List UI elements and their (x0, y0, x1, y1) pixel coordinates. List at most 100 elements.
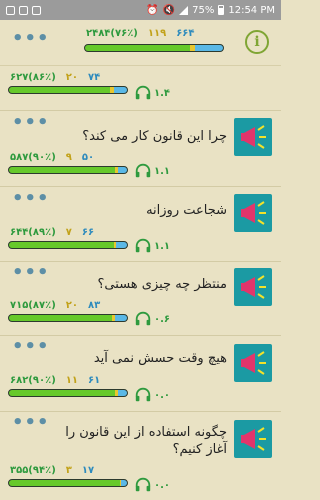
audio-value: ۱.۴ (154, 87, 171, 99)
bar-green-segment (85, 45, 190, 51)
stat-yellow: ۲۰ (65, 72, 78, 83)
signal-icon (179, 5, 189, 15)
item-progress-bar (8, 389, 128, 397)
battery-percent: 75% (192, 4, 215, 16)
item-stats: ۳۵۵(۹۴٪) ۳ ۱۷ (10, 465, 94, 476)
item-progress-bar (8, 241, 128, 249)
question-line: آغاز کنیم؟ (172, 442, 227, 457)
question-text: چرا این قانون کار می کند؟ (82, 129, 227, 144)
stat-yellow: ۱۱۹ (147, 28, 167, 39)
bar-green-segment (9, 87, 111, 93)
stat-green: ۶۴۴(۸۹٪) (10, 227, 56, 238)
stat-green: ۶۸۲(۹۰٪) (10, 375, 56, 386)
item-progress-bar (8, 479, 128, 487)
stat-yellow: ۲۰ (65, 300, 78, 311)
megaphone-icon (234, 344, 272, 382)
headphones-icon (135, 477, 151, 492)
clock: 12:54 PM (228, 4, 275, 16)
gallery-icon (32, 5, 41, 15)
question-line: چگونه استفاده از این قانون را (65, 425, 227, 440)
megaphone-icon (234, 420, 272, 458)
headphones-icon (135, 163, 151, 178)
stat-blue: ۱۷ (81, 465, 95, 476)
megaphone-icon (234, 268, 272, 306)
audio-value: ۱.۱ (154, 240, 171, 252)
audio-button[interactable]: ۰.۰ (134, 386, 170, 404)
bar-green-segment (9, 315, 112, 321)
stat-blue: ۸۳ (87, 300, 101, 311)
audio-value: ۰.۶ (154, 313, 171, 325)
question-text: چگونه استفاده از این قانون را آغاز کنیم؟ (65, 424, 227, 458)
status-bar: ⏰ 🔇 75% 12:54 PM (0, 0, 281, 20)
item-stats: ۶۸۲(۹۰٪) ۱۱ ۶۱ (10, 375, 100, 386)
stat-blue: ۶۱ (87, 375, 101, 386)
bar-green-segment (9, 390, 116, 396)
stat-green: ۲۴۸۴(۷۶٪) (86, 28, 138, 39)
notification-icons (0, 5, 41, 15)
more-dots-icon[interactable]: ••• (12, 30, 50, 48)
item-progress-bar (8, 314, 128, 322)
question-text: شجاعت روزانه (146, 203, 227, 218)
item-stats: ۵۸۷(۹۰٪) ۹ ۵۰ (10, 152, 94, 163)
stat-green: ۵۸۷(۹۰٪) (10, 152, 56, 163)
divider (0, 186, 281, 187)
audio-button[interactable]: ۰.۰ (134, 476, 170, 494)
stat-green: ۶۲۷(۸۶٪) (10, 72, 56, 83)
stat-green: ۳۵۵(۹۴٪) (10, 465, 56, 476)
bar-blue-segment (117, 167, 127, 173)
headphones-icon (135, 387, 151, 402)
bar-blue-segment (115, 315, 127, 321)
more-dots-icon[interactable]: ••• (12, 264, 50, 282)
bar-green-segment (9, 242, 115, 248)
audio-value: ۱.۱ (154, 165, 171, 177)
top-bar: ••• ۲۴۸۴(۷۶٪) ۱۱۹ ۶۶۴ i (0, 20, 281, 66)
item-stats: ۷۱۵(۸۷٪) ۲۰ ۸۳ (10, 300, 100, 311)
more-dots-icon[interactable]: ••• (12, 414, 50, 432)
battery-icon (218, 5, 225, 15)
audio-button[interactable]: ۱.۱ (134, 237, 170, 255)
audio-value: ۰.۰ (154, 479, 171, 491)
stat-blue: ۷۴ (87, 72, 101, 83)
more-dots-icon[interactable]: ••• (12, 190, 50, 208)
item-stats: ۶۲۷(۸۶٪) ۲۰ ۷۴ (10, 72, 100, 83)
stat-yellow: ۳ (65, 465, 72, 476)
stat-yellow: ۱۱ (65, 375, 78, 386)
question-text: هیچ وقت حسش نمی آید (93, 351, 227, 366)
audio-value: ۰.۰ (154, 389, 171, 401)
more-dots-icon[interactable]: ••• (12, 114, 50, 132)
bar-green-segment (9, 480, 120, 486)
headphones-icon (135, 85, 151, 100)
bar-blue-segment (121, 480, 127, 486)
stat-yellow: ۷ (65, 227, 72, 238)
item-progress-bar (8, 86, 128, 94)
audio-button[interactable]: ۱.۴ (134, 84, 170, 102)
question-text: منتظر چه چیزی هستی؟ (97, 277, 227, 292)
bar-blue-segment (116, 242, 127, 248)
info-icon[interactable]: i (245, 30, 269, 54)
alarm-icon: ⏰ (146, 4, 159, 16)
stat-blue: ۵۰ (81, 152, 95, 163)
megaphone-icon (234, 118, 272, 156)
audio-button[interactable]: ۱.۱ (134, 162, 170, 180)
stat-blue: ۶۶ (81, 227, 95, 238)
bar-blue-segment (117, 390, 127, 396)
stat-green: ۷۱۵(۸۷٪) (10, 300, 56, 311)
megaphone-icon (234, 194, 272, 232)
bar-blue-segment (114, 87, 127, 93)
mute-icon: 🔇 (162, 4, 176, 16)
notification-icon (6, 5, 15, 15)
header-stats: ۲۴۸۴(۷۶٪) ۱۱۹ ۶۶۴ (86, 28, 195, 39)
audio-button[interactable]: ۰.۶ (134, 310, 170, 328)
bar-green-segment (9, 167, 116, 173)
item-progress-bar (8, 166, 128, 174)
headphones-icon (135, 311, 151, 326)
header-progress-bar (84, 44, 224, 52)
divider (0, 110, 281, 111)
notification-icon (19, 5, 28, 15)
more-dots-icon[interactable]: ••• (12, 338, 50, 356)
stat-blue: ۶۶۴ (176, 28, 195, 39)
headphones-icon (135, 238, 151, 253)
bar-blue-segment (195, 45, 223, 51)
item-stats: ۶۴۴(۸۹٪) ۷ ۶۶ (10, 227, 94, 238)
stat-yellow: ۹ (65, 152, 72, 163)
